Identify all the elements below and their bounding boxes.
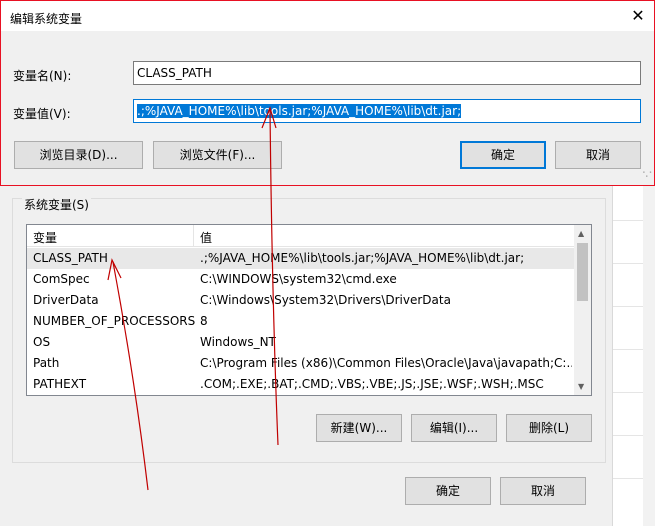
row-value: C:\WINDOWS\system32\cmd.exe [200,272,397,286]
table-row[interactable]: NUMBER_OF_PROCESSORS 8 [27,311,574,332]
scroll-down-icon[interactable]: ▼ [578,382,584,391]
variable-value-label: 变量值(V): [13,107,71,121]
row-value: .;%JAVA_HOME%\lib\tools.jar;%JAVA_HOME%\… [200,251,525,265]
row-name: NUMBER_OF_PROCESSORS [33,314,196,328]
delete-variable-button[interactable]: 删除(L) [506,414,592,442]
system-variables-label: 系统变量(S) [22,196,91,213]
resize-grip-icon[interactable]: ⠂⠂ ⠂ [642,170,655,183]
variable-value-field[interactable]: .;%JAVA_HOME%\lib\tools.jar;%JAVA_HOME%\… [133,99,641,123]
column-header-variable[interactable]: 变量 [33,229,57,246]
variable-value-text: .;%JAVA_HOME%\lib\tools.jar;%JAVA_HOME%\… [137,104,462,118]
new-variable-button[interactable]: 新建(W)... [316,414,402,442]
variable-name-value: CLASS_PATH [137,66,212,80]
row-name: Path [33,356,60,370]
variable-name-label: 变量名(N): [13,69,72,83]
variable-name-field[interactable]: CLASS_PATH [133,61,641,85]
outer-ok-button[interactable]: 确定 [405,477,491,505]
system-variables-list[interactable]: 变量 值 CLASS_PATH .;%JAVA_HOME%\lib\tools.… [26,224,592,396]
edit-system-variable-dialog: 编辑系统变量 ✕ 变量名(N): CLASS_PATH 变量值(V): .;%J… [0,0,655,186]
title-bar: 编辑系统变量 ✕ [1,1,654,31]
column-header-value[interactable]: 值 [200,229,212,246]
table-row[interactable]: OS Windows_NT [27,332,574,353]
browse-file-button[interactable]: 浏览文件(F)... [153,141,282,169]
row-value: .COM;.EXE;.BAT;.CMD;.VBS;.VBE;.JS;.JSE;.… [200,377,544,391]
list-scrollbar[interactable]: ▲ ▼ [574,225,591,395]
scroll-thumb[interactable] [577,243,588,301]
close-icon[interactable]: ✕ [623,4,653,28]
browse-directory-button[interactable]: 浏览目录(D)... [14,141,143,169]
list-header: 变量 值 [27,225,574,247]
row-name: DriverData [33,293,99,307]
scroll-up-icon[interactable]: ▲ [578,229,584,238]
row-name: OS [33,335,51,349]
row-value: Windows_NT [200,335,276,349]
ok-button[interactable]: 确定 [460,141,546,169]
dialog-title: 编辑系统变量 [10,12,83,26]
row-name: CLASS_PATH [33,251,108,265]
row-value: 8 [200,314,208,328]
row-name: ComSpec [33,272,90,286]
edit-variable-button[interactable]: 编辑(I)... [411,414,497,442]
table-row[interactable]: Path C:\Program Files (x86)\Common Files… [27,353,574,374]
cancel-button[interactable]: 取消 [555,141,641,169]
background-scrollbar[interactable] [643,186,655,526]
table-row[interactable]: DriverData C:\Windows\System32\Drivers\D… [27,290,574,311]
cut-off-text [0,517,300,526]
row-value: C:\Windows\System32\Drivers\DriverData [200,293,451,307]
row-name: PATHEXT [33,377,87,391]
table-row[interactable]: PATHEXT .COM;.EXE;.BAT;.CMD;.VBS;.VBE;.J… [27,374,574,395]
outer-cancel-button[interactable]: 取消 [500,477,586,505]
table-row[interactable]: CLASS_PATH .;%JAVA_HOME%\lib\tools.jar;%… [27,248,574,269]
row-value: C:\Program Files (x86)\Common Files\Orac… [200,356,572,370]
table-row[interactable]: ComSpec C:\WINDOWS\system32\cmd.exe [27,269,574,290]
